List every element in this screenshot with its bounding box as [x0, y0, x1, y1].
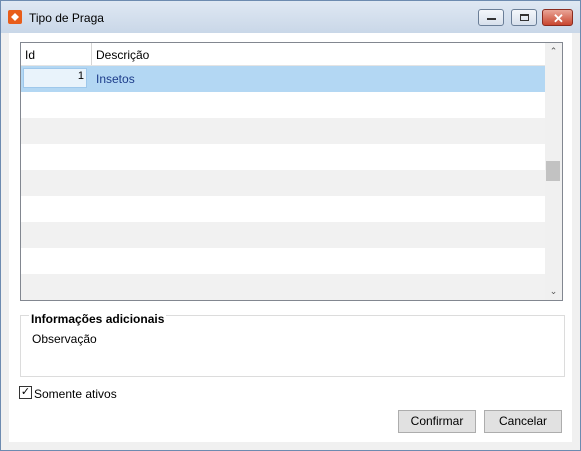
cancel-button[interactable]: Cancelar: [484, 410, 562, 433]
table-row[interactable]: [21, 170, 545, 196]
maximize-icon: [520, 14, 529, 21]
grid-rows: 1 Insetos: [21, 66, 545, 300]
table-row[interactable]: [21, 248, 545, 274]
additional-info-group: Informações adicionais Observação: [20, 312, 565, 377]
cell-id-value: 1: [77, 70, 84, 82]
dialog-window: Tipo de Praga ✕ Id Descrição 1 Insetos ⌃…: [0, 0, 581, 451]
scroll-down-icon[interactable]: ⌄: [545, 283, 562, 300]
group-title: Informações adicionais: [29, 312, 167, 326]
dialog-content: Id Descrição 1 Insetos ⌃ ⌄ Informações a…: [9, 33, 572, 442]
somente-ativos-label[interactable]: Somente ativos: [34, 387, 117, 401]
data-grid[interactable]: Id Descrição 1 Insetos ⌃ ⌄: [20, 42, 563, 301]
column-divider[interactable]: [91, 43, 92, 65]
table-row[interactable]: [21, 274, 545, 300]
table-row[interactable]: [21, 118, 545, 144]
confirm-button[interactable]: Confirmar: [398, 410, 476, 433]
cell-descricao[interactable]: Insetos: [96, 72, 135, 86]
table-row[interactable]: [21, 222, 545, 248]
table-row[interactable]: [21, 196, 545, 222]
observacao-label: Observação: [32, 332, 97, 346]
column-header-id[interactable]: Id: [25, 48, 35, 62]
cell-id[interactable]: 1: [23, 68, 87, 88]
somente-ativos-checkbox[interactable]: ✓: [19, 386, 32, 399]
app-logo-icon: [8, 10, 22, 24]
column-header-descricao[interactable]: Descrição: [96, 48, 149, 62]
minimize-button[interactable]: [478, 9, 504, 26]
vertical-scrollbar[interactable]: ⌃ ⌄: [545, 43, 562, 300]
window-title: Tipo de Praga: [29, 11, 104, 25]
table-row[interactable]: [21, 144, 545, 170]
minimize-icon: [487, 18, 496, 20]
scroll-up-icon[interactable]: ⌃: [545, 43, 562, 60]
grid-header: Id Descrição: [21, 43, 545, 66]
maximize-button[interactable]: [511, 9, 537, 26]
close-button[interactable]: ✕: [542, 9, 573, 26]
table-row[interactable]: [21, 92, 545, 118]
scroll-thumb[interactable]: [546, 161, 560, 181]
title-bar[interactable]: Tipo de Praga ✕: [1, 1, 580, 33]
close-icon: ✕: [553, 11, 564, 26]
table-row[interactable]: 1 Insetos: [21, 66, 545, 92]
